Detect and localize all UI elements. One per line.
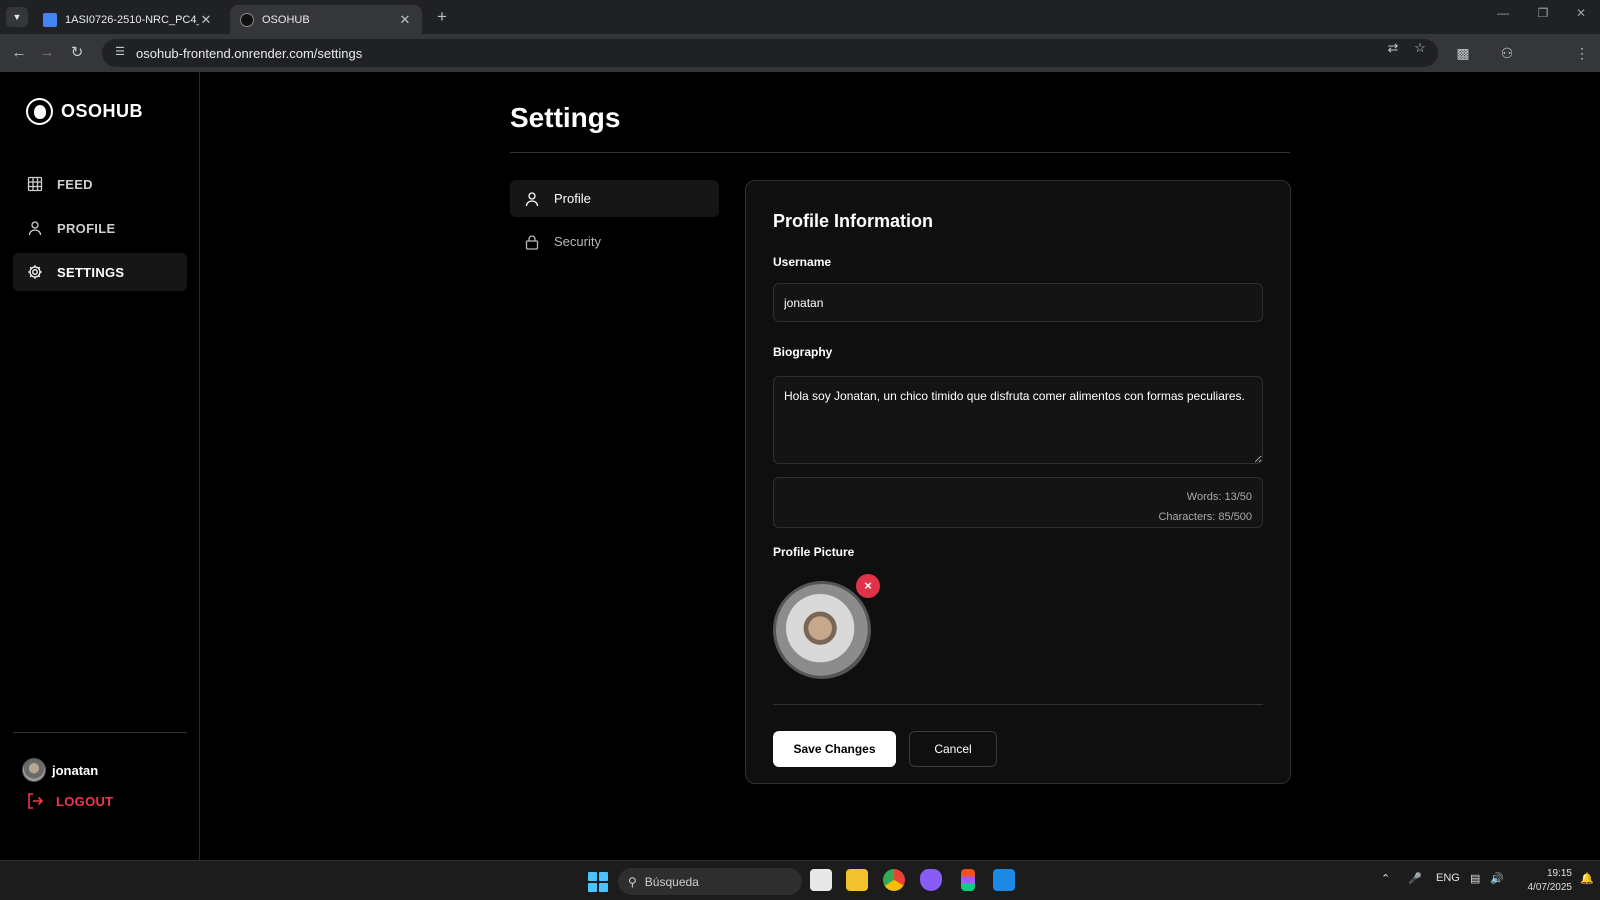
clock-time: 19:15 [1546, 868, 1572, 879]
figma-icon[interactable] [961, 869, 975, 891]
incognito-icon[interactable]: ⚇ [1497, 43, 1517, 63]
tab-title: OSOHUB [262, 13, 310, 26]
search-placeholder: Búsqueda [644, 874, 699, 889]
grid-icon [27, 176, 43, 192]
avatar [22, 758, 46, 782]
sidebar: OSOHUB FEED PROFILE SETTINGS jonatan LOG… [0, 72, 200, 860]
tab-profile[interactable]: Profile [510, 180, 719, 217]
logout-icon [28, 793, 44, 809]
logout-label: LOGOUT [56, 793, 114, 809]
site-info-icon[interactable]: ☰ [112, 45, 128, 61]
tab-security[interactable]: Security [510, 223, 719, 260]
lock-icon [525, 234, 539, 250]
username-label: Username [773, 255, 832, 269]
back-button[interactable]: ← [9, 43, 29, 63]
bear-logo-icon [26, 98, 53, 125]
clock-date: 4/07/2025 [1527, 882, 1573, 893]
user-icon [525, 191, 539, 206]
sidebar-user[interactable]: jonatan [22, 758, 98, 782]
tab-label: Security [554, 234, 601, 249]
chevron-down-icon: ▼ [12, 12, 22, 22]
profile-picture[interactable] [773, 581, 871, 679]
browser-tab-bar: ▼ 1ASI0726-2510-NRC_PC4_Infor ✕ OSOHUB ✕… [0, 0, 1600, 34]
close-icon: × [864, 578, 872, 593]
profile-picture-label: Profile Picture [773, 545, 855, 559]
app-icon[interactable] [920, 869, 942, 891]
characters-counter: Characters: 85/500 [1158, 511, 1252, 523]
logout-button[interactable]: LOGOUT [26, 792, 113, 810]
biography-label: Biography [773, 345, 833, 359]
gear-icon [28, 265, 42, 279]
profile-information-card: Profile Information Username Biography H… [745, 180, 1291, 784]
biography-counter: Words: 13/50 Characters: 85/500 [773, 477, 1263, 528]
chrome-icon[interactable] [883, 869, 905, 891]
biography-textarea[interactable]: Hola soy Jonatan, un chico timido que di… [773, 376, 1263, 464]
page-title: Settings [510, 102, 621, 133]
tab-title: 1ASI0726-2510-NRC_PC4_Infor [65, 13, 199, 26]
sidebar-item-label: PROFILE [57, 220, 116, 236]
notification-icon[interactable]: 🔔 [1580, 872, 1594, 885]
minimize-button[interactable]: — [1488, 6, 1518, 20]
translate-icon[interactable]: ⇄ [1384, 40, 1402, 58]
sidebar-divider [13, 732, 187, 733]
card-divider [773, 704, 1263, 705]
chevron-up-icon[interactable]: ⌃ [1381, 872, 1390, 885]
user-icon [28, 221, 42, 236]
search-icon: ⚲ [628, 874, 637, 889]
title-divider [510, 152, 1290, 153]
browser-tab-osohub[interactable]: OSOHUB ✕ [230, 5, 422, 34]
words-counter: Words: 13/50 [1186, 491, 1252, 503]
sidebar-item-settings[interactable]: SETTINGS [13, 253, 187, 291]
volume-icon[interactable]: 🔊 [1490, 872, 1504, 885]
microphone-icon[interactable]: 🎤 [1408, 872, 1422, 885]
network-icon[interactable]: ▤ [1470, 872, 1480, 885]
browser-toolbar: ← → ↻ ☰ osohub-frontend.onrender.com/set… [0, 34, 1600, 95]
url-text: osohub-frontend.onrender.com/settings [136, 45, 363, 61]
snipping-tool-icon[interactable] [810, 869, 832, 891]
vscode-icon[interactable] [993, 869, 1015, 891]
file-explorer-icon[interactable] [846, 869, 868, 891]
brand[interactable]: OSOHUB [26, 98, 143, 125]
close-tab-icon[interactable]: ✕ [199, 12, 213, 28]
tab-label: Profile [554, 191, 591, 206]
remove-picture-button[interactable]: × [856, 574, 880, 598]
menu-dots-icon[interactable]: ⋮ [1572, 43, 1592, 63]
brand-name: OSOHUB [61, 101, 144, 121]
os-taskbar: ⚲ Búsqueda ⌃ 🎤 ENG ▤ 🔊 19:15 4/07/2025 🔔 [0, 860, 1600, 900]
browser-tab-docs[interactable]: 1ASI0726-2510-NRC_PC4_Infor ✕ [33, 5, 223, 34]
save-changes-button[interactable]: Save Changes [773, 731, 896, 767]
forward-button[interactable]: → [37, 43, 57, 63]
bookmark-star-icon[interactable]: ☆ [1411, 40, 1429, 58]
app-root: OSOHUB FEED PROFILE SETTINGS jonatan LOG… [0, 72, 1600, 860]
sidebar-item-label: FEED [57, 176, 93, 192]
sidebar-item-label: SETTINGS [57, 264, 125, 280]
windows-start-icon[interactable] [588, 872, 608, 892]
restore-button[interactable]: ❐ [1528, 6, 1558, 20]
username-input[interactable] [773, 283, 1263, 322]
osohub-favicon [240, 12, 254, 27]
new-tab-button[interactable]: + [432, 8, 452, 28]
sidebar-username: jonatan [52, 762, 99, 778]
sidebar-item-feed[interactable]: FEED [13, 165, 187, 203]
close-tab-icon[interactable]: ✕ [398, 12, 412, 28]
sidebar-item-profile[interactable]: PROFILE [13, 209, 187, 247]
address-bar[interactable]: ☰ osohub-frontend.onrender.com/settings [102, 39, 1438, 67]
card-title: Profile Information [773, 211, 934, 231]
reload-button[interactable]: ↻ [67, 43, 87, 63]
tab-search-button[interactable]: ▼ [6, 7, 28, 27]
clock[interactable]: 19:15 4/07/2025 [1512, 867, 1573, 895]
docs-icon [43, 12, 57, 27]
cancel-button[interactable]: Cancel [909, 731, 997, 767]
extensions-icon[interactable]: ▩ [1453, 43, 1473, 63]
close-window-button[interactable]: ✕ [1566, 6, 1596, 20]
language-indicator[interactable]: ENG [1436, 872, 1460, 884]
taskbar-search[interactable]: ⚲ Búsqueda [618, 868, 802, 895]
